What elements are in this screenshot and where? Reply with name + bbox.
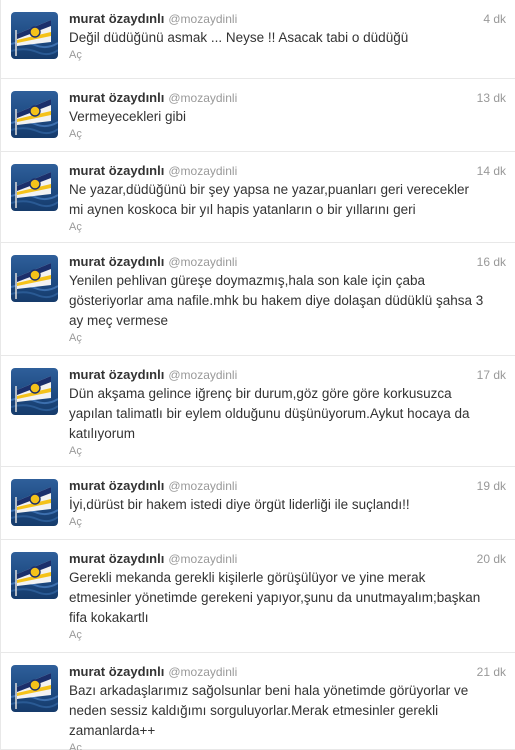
tweet-text: Gerekli mekanda gerekli kişilerle görüşü… [69, 568, 509, 628]
avatar[interactable] [11, 164, 58, 211]
tweet-header: murat özaydınlı @mozaydinli 17 dk [69, 366, 506, 384]
user-handle[interactable]: @mozaydinli [168, 665, 237, 679]
tweet-text-line: gösteriyorlar ama nafile.mhk bu hakem di… [69, 293, 484, 308]
tweet-text-line: Bazı arkadaşlarımız sağolsunlar beni hal… [69, 683, 469, 698]
expand-link[interactable]: Aç [69, 445, 82, 457]
tweet-timestamp[interactable]: 13 dk [477, 89, 506, 107]
tweet-timestamp[interactable]: 20 dk [477, 550, 506, 568]
tweet-timestamp[interactable]: 19 dk [477, 477, 506, 495]
expand-link[interactable]: Aç [69, 221, 82, 233]
user-handle[interactable]: @mozaydinli [168, 255, 237, 269]
tweet-text-line: Dün akşama gelince iğrenç bir durum,göz … [69, 386, 452, 401]
tweet-item[interactable]: murat özaydınlı @mozaydinli 4 dk Değil düdü… [1, 0, 515, 79]
user-handle[interactable]: @mozaydinli [168, 91, 237, 105]
tweet-item[interactable]: murat özaydınlı @mozaydinli 16 dk Yenilen p… [1, 243, 515, 356]
tweet-text: Ne yazar,düdüğünü bir şey yapsa ne yazar… [69, 180, 509, 220]
tweet-text-line: Ne yazar,düdüğünü bir şey yapsa ne yazar… [69, 182, 469, 197]
user-handle[interactable]: @mozaydinli [168, 12, 237, 26]
tweet-text-line: ay meç vermese [69, 313, 169, 328]
tweet-text-line: zamanlarda++ [69, 723, 156, 738]
tweet-text-line: yapılan talimatlı bir eylem olduğunu düş… [69, 406, 470, 421]
tweet-text: Yenilen pehlivan güreşe doymazmış,hala s… [69, 271, 509, 331]
tweet-item[interactable]: murat özaydınlı @mozaydinli 21 dk Bazı arka… [1, 653, 515, 750]
user-handle[interactable]: @mozaydinli [168, 368, 237, 382]
avatar[interactable] [11, 368, 58, 415]
tweet-text-line: İyi,dürüst bir hakem istedi diye örgüt l… [69, 497, 410, 512]
avatar[interactable] [11, 12, 58, 59]
tweet-text-line: mi aynen koskoca bir yıl hapis yatanları… [69, 202, 416, 217]
tweet-header: murat özaydınlı @mozaydinli 21 dk [69, 663, 506, 681]
tweet-timestamp[interactable]: 17 dk [477, 366, 506, 384]
avatar[interactable] [11, 255, 58, 302]
user-handle[interactable]: @mozaydinli [168, 164, 237, 178]
user-name[interactable]: murat özaydınlı [69, 664, 164, 679]
tweet-text: Değil düdüğünü asmak ... Neyse !! Asacak… [69, 28, 509, 48]
user-name[interactable]: murat özaydınlı [69, 367, 164, 382]
tweet-header: murat özaydınlı @mozaydinli 20 dk [69, 550, 506, 568]
expand-link[interactable]: Aç [69, 49, 82, 61]
tweet-timestamp[interactable]: 14 dk [477, 162, 506, 180]
tweet-text-line: Değil düdüğünü asmak ... Neyse !! Asacak… [69, 30, 409, 45]
tweet-text-line: neden sessiz kaldığımı sorguluyorlar.Mer… [69, 703, 439, 718]
tweet-text: İyi,dürüst bir hakem istedi diye örgüt l… [69, 495, 509, 515]
tweet-item[interactable]: murat özaydınlı @mozaydinli 14 dk Ne yazar,… [1, 152, 515, 243]
tweet-timeline: murat özaydınlı @mozaydinli 4 dk Değil düdü… [0, 0, 515, 750]
tweet-header: murat özaydınlı @mozaydinli 16 dk [69, 253, 506, 271]
user-handle[interactable]: @mozaydinli [168, 479, 237, 493]
user-handle[interactable]: @mozaydinli [168, 552, 237, 566]
tweet-header: murat özaydınlı @mozaydinli 19 dk [69, 477, 506, 495]
avatar[interactable] [11, 479, 58, 526]
tweet-item[interactable]: murat özaydınlı @mozaydinli 17 dk Dün akşam… [1, 356, 515, 467]
expand-link[interactable]: Aç [69, 332, 82, 344]
tweet-text-line: etmesinler yönetimde gerekeni yapıyor,şu… [69, 590, 481, 605]
avatar[interactable] [11, 665, 58, 712]
user-name[interactable]: murat özaydınlı [69, 478, 164, 493]
tweet-timestamp[interactable]: 16 dk [477, 253, 506, 271]
tweet-text-line: Vermeyecekleri gibi [69, 109, 187, 124]
tweet-text: Dün akşama gelince iğrenç bir durum,göz … [69, 384, 509, 444]
tweet-item[interactable]: murat özaydınlı @mozaydinli 20 dk Gerekli m… [1, 540, 515, 653]
tweet-text: Vermeyecekleri gibi [69, 107, 509, 127]
tweet-item[interactable]: murat özaydınlı @mozaydinli 19 dk İyi,dürüs… [1, 467, 515, 540]
expand-link[interactable]: Aç [69, 629, 82, 641]
user-name[interactable]: murat özaydınlı [69, 254, 164, 269]
expand-link[interactable]: Aç [69, 128, 82, 140]
user-name[interactable]: murat özaydınlı [69, 11, 164, 26]
tweet-text-line: Yenilen pehlivan güreşe doymazmış,hala s… [69, 273, 425, 288]
avatar[interactable] [11, 91, 58, 138]
tweet-timestamp[interactable]: 21 dk [477, 663, 506, 681]
tweet-header: murat özaydınlı @mozaydinli 14 dk [69, 162, 506, 180]
avatar[interactable] [11, 552, 58, 599]
tweet-text-line: fifa kokakartlı [69, 610, 149, 625]
expand-link[interactable]: Aç [69, 516, 82, 528]
tweet-timestamp[interactable]: 4 dk [483, 10, 506, 28]
tweet-item[interactable]: murat özaydınlı @mozaydinli 13 dk Vermeyece… [1, 79, 515, 152]
user-name[interactable]: murat özaydınlı [69, 163, 164, 178]
tweet-header: murat özaydınlı @mozaydinli 13 dk [69, 89, 506, 107]
tweet-text-line: Gerekli mekanda gerekli kişilerle görüşü… [69, 570, 426, 585]
tweet-text-line: katılıyorum [69, 426, 136, 441]
user-name[interactable]: murat özaydınlı [69, 90, 164, 105]
tweet-text: Bazı arkadaşlarımız sağolsunlar beni hal… [69, 681, 509, 741]
tweet-header: murat özaydınlı @mozaydinli 4 dk [69, 10, 506, 28]
expand-link[interactable]: Aç [69, 742, 82, 750]
user-name[interactable]: murat özaydınlı [69, 551, 164, 566]
